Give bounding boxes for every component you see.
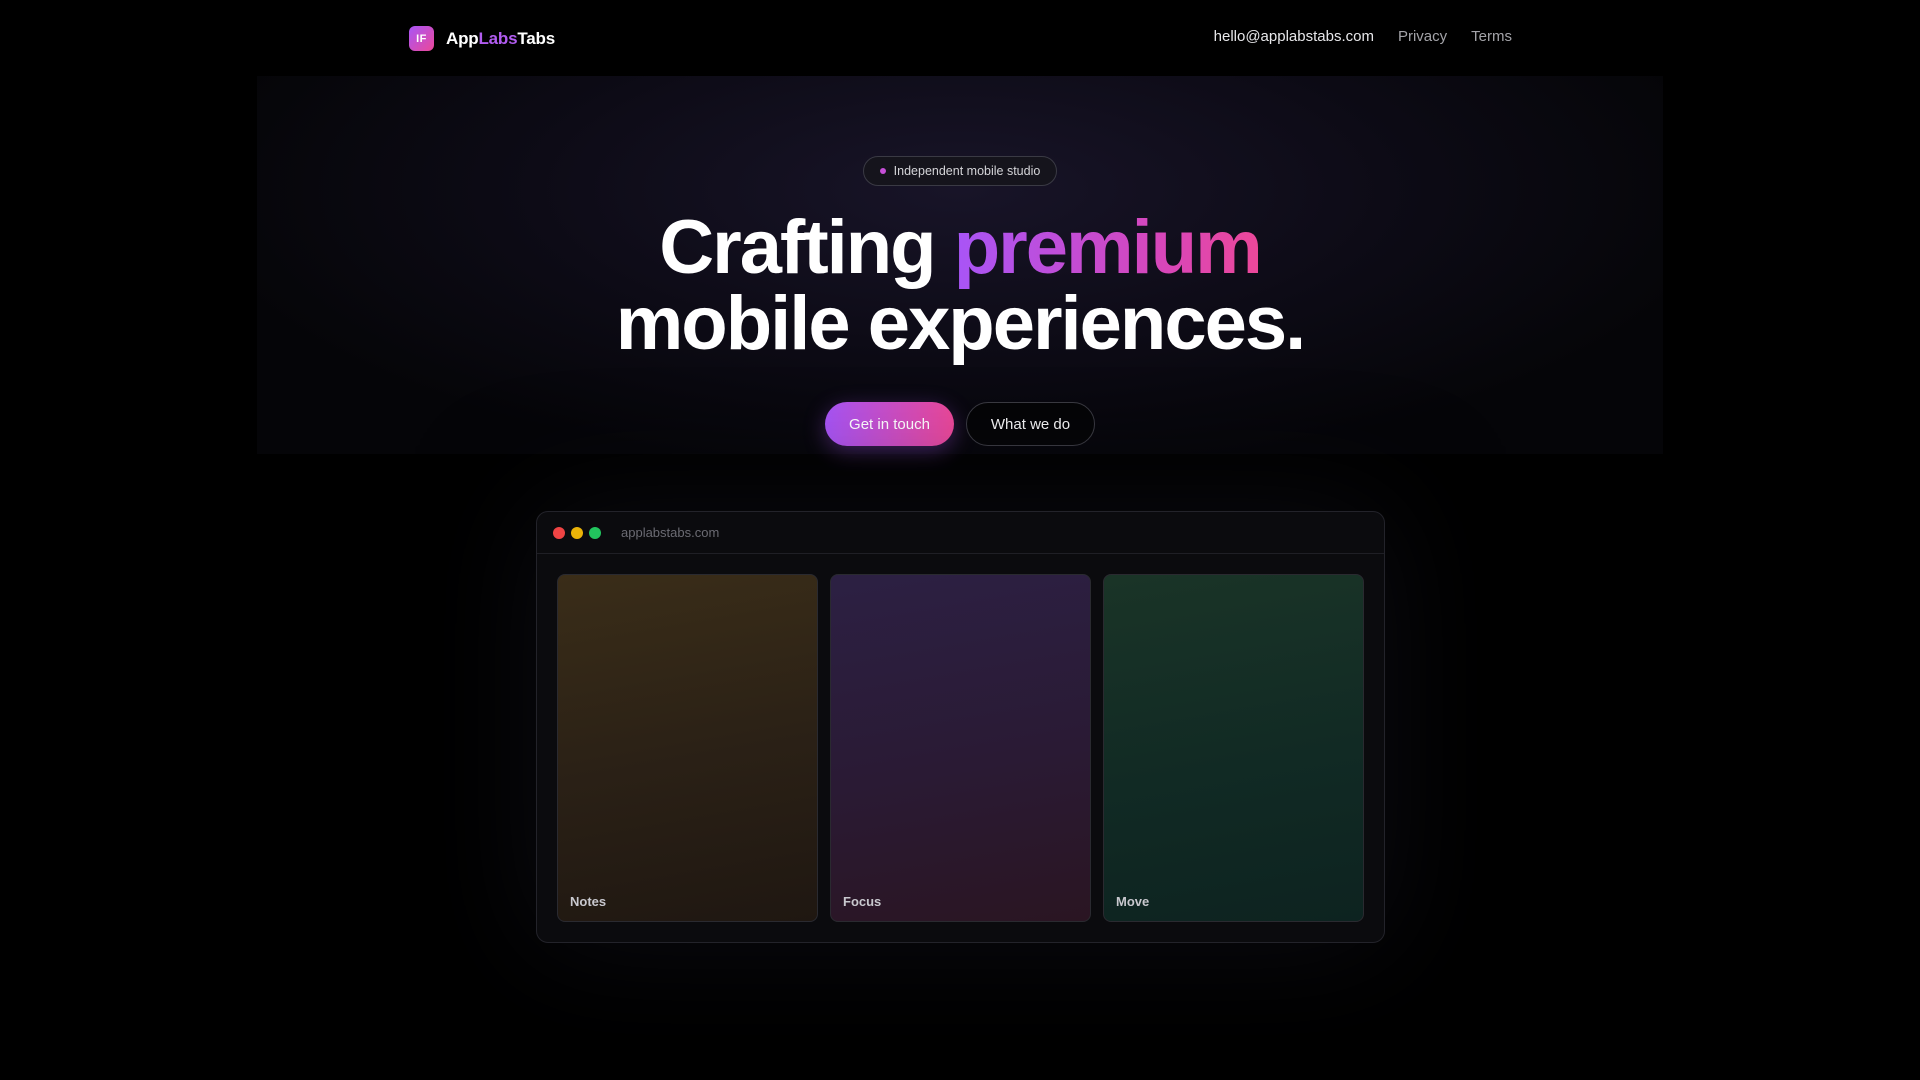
headline-part2: mobile experiences. bbox=[615, 281, 1307, 366]
hero-headline: Crafting premium mobile experiences. bbox=[0, 210, 1920, 362]
app-card-label: Move bbox=[1116, 894, 1150, 909]
badge-dot-icon bbox=[879, 168, 886, 174]
top-nav: hello@applabstabs.com Privacy Terms bbox=[1214, 28, 1512, 45]
app-card-label: Notes bbox=[570, 894, 607, 909]
logo-text-labs: Labs bbox=[478, 28, 518, 48]
app-card-focus[interactable]: Focus bbox=[830, 574, 1091, 922]
browser-mockup: applabstabs.com Notes Focus Move bbox=[536, 511, 1385, 943]
studio-badge: Independent mobile studio bbox=[863, 156, 1057, 186]
nav-terms-link[interactable]: Terms bbox=[1471, 28, 1512, 45]
nav-privacy-link[interactable]: Privacy bbox=[1398, 28, 1447, 45]
headline-part1: Crafting bbox=[659, 205, 954, 290]
browser-url: applabstabs.com bbox=[621, 525, 720, 540]
browser-toolbar: applabstabs.com bbox=[537, 512, 1384, 554]
page: IF AppLabsTabs hello@applabstabs.com Pri… bbox=[0, 0, 1920, 1080]
badge-label: Independent mobile studio bbox=[893, 164, 1041, 178]
get-in-touch-button[interactable]: Get in touch bbox=[825, 402, 954, 446]
window-maximize-dot-icon bbox=[589, 527, 601, 539]
site-header: IF AppLabsTabs hello@applabstabs.com Pri… bbox=[0, 0, 1920, 76]
logo-text-app: App bbox=[446, 28, 479, 48]
logo-text: AppLabsTabs bbox=[446, 29, 555, 49]
headline-highlight: premium bbox=[953, 205, 1263, 290]
window-close-dot-icon bbox=[553, 527, 565, 539]
app-card-move[interactable]: Move bbox=[1103, 574, 1364, 922]
nav-email-link[interactable]: hello@applabstabs.com bbox=[1214, 28, 1374, 45]
logo-text-tabs: Tabs bbox=[517, 28, 555, 48]
what-we-do-button[interactable]: What we do bbox=[966, 402, 1095, 446]
app-card-notes[interactable]: Notes bbox=[557, 574, 818, 922]
logo[interactable]: IF AppLabsTabs bbox=[409, 26, 555, 51]
logo-icon: IF bbox=[409, 26, 434, 51]
app-card-label: Focus bbox=[843, 894, 882, 909]
window-minimize-dot-icon bbox=[571, 527, 583, 539]
